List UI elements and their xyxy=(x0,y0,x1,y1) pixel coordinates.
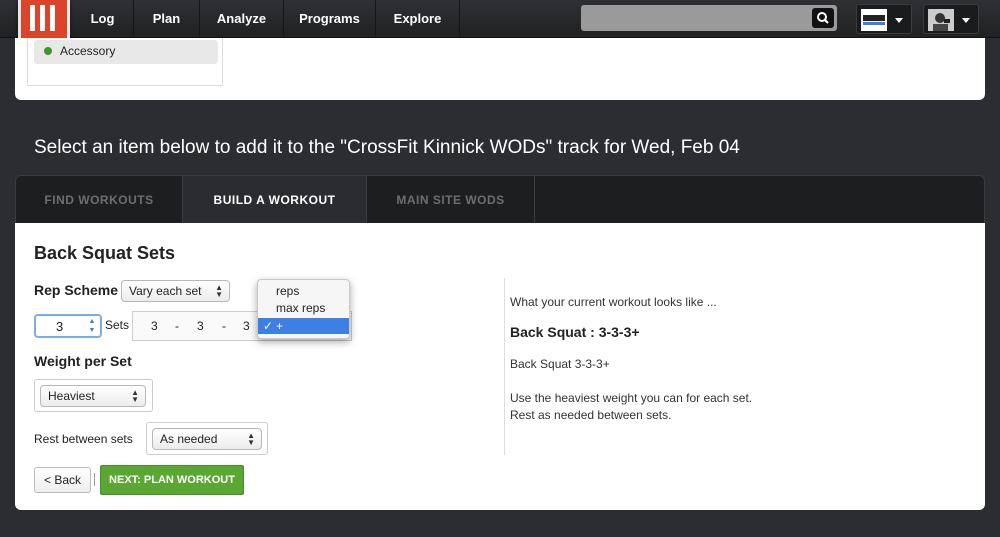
reps-type-dropdown: reps max reps ✓ + xyxy=(257,279,350,339)
nav-log[interactable]: Log xyxy=(72,0,134,38)
nav-explore[interactable]: Explore xyxy=(376,0,460,38)
status-dot-icon xyxy=(44,47,52,55)
search-button[interactable] xyxy=(812,8,834,28)
preview-line: Back Squat 3-3-3+ xyxy=(510,357,610,371)
weight-value: Heaviest xyxy=(48,389,95,403)
checkmark-icon: ✓ xyxy=(263,319,274,333)
rest-select-wrapper: As needed ▲ ▼ xyxy=(146,422,268,455)
page-title: Select an item below to add it to the "C… xyxy=(34,137,740,158)
page-footer-gap xyxy=(15,510,985,537)
sets-label: Sets xyxy=(105,318,130,332)
dropdown-option-plus[interactable]: ✓ + xyxy=(258,318,349,334)
rep-scheme-value: Vary each set xyxy=(129,284,202,298)
track-panel: Accessory xyxy=(15,38,985,100)
rest-value: As needed xyxy=(160,432,218,446)
chevron-down-icon xyxy=(962,18,970,23)
logo-bar-icon xyxy=(30,5,35,31)
select-arrows-icon: ▲ ▼ xyxy=(247,431,255,447)
set-reps-input[interactable]: 3 xyxy=(197,319,204,333)
next-plan-workout-button[interactable]: NEXT: PLAN WORKOUT xyxy=(100,465,244,495)
select-arrows-icon: ▲ ▼ xyxy=(215,283,223,299)
tab-find-workouts[interactable]: FIND WORKOUTS xyxy=(16,176,183,224)
stepper-arrows-icon[interactable]: ▲ ▼ xyxy=(86,317,98,335)
weight-select-wrapper: Heaviest ▲ ▼ xyxy=(34,379,153,412)
rest-label: Rest between sets xyxy=(34,432,133,446)
preview-line: Rest as needed between sets. xyxy=(510,408,672,422)
rest-select[interactable]: As needed ▲ ▼ xyxy=(152,428,262,450)
nav-analyze[interactable]: Analyze xyxy=(200,0,284,38)
nav-programs[interactable]: Programs xyxy=(284,0,376,38)
back-button[interactable]: < Back xyxy=(34,467,91,493)
avatar xyxy=(928,9,954,31)
dropdown-option-reps[interactable]: reps xyxy=(258,283,349,299)
dropdown-option-max-reps[interactable]: max reps xyxy=(258,300,349,316)
set-reps-input[interactable]: 3 xyxy=(243,319,250,333)
tab-main-site-wods[interactable]: MAIN SITE WODS xyxy=(367,176,535,224)
button-divider xyxy=(94,473,95,486)
track-item-label: Accessory xyxy=(60,44,116,58)
track-list: Accessory xyxy=(27,38,223,86)
gym-logo-icon xyxy=(861,9,887,31)
rep-scheme-select[interactable]: Vary each set ▲ ▼ xyxy=(121,280,230,302)
weight-select[interactable]: Heaviest ▲ ▼ xyxy=(40,385,146,407)
top-navigation: Log Plan Analyze Programs Explore xyxy=(0,0,1000,42)
set-separator: - xyxy=(222,319,226,333)
rep-scheme-label: Rep Scheme xyxy=(34,282,119,298)
search-input[interactable] xyxy=(581,5,837,31)
weight-per-set-label: Weight per Set xyxy=(34,353,132,369)
preview-line: Use the heaviest weight you can for each… xyxy=(510,391,753,405)
select-arrows-icon: ▲ ▼ xyxy=(131,388,139,404)
column-divider xyxy=(504,278,505,455)
sets-stepper[interactable]: 3 ▲ ▼ xyxy=(34,314,102,338)
track-item-accessory[interactable]: Accessory xyxy=(34,40,218,64)
preview-intro: What your current workout looks like ... xyxy=(510,295,717,309)
set-separator: - xyxy=(175,319,179,333)
preview-title: Back Squat : 3-3-3+ xyxy=(510,324,640,340)
logo-bar-icon xyxy=(50,5,55,31)
search-icon xyxy=(817,12,829,24)
logo-bar-icon xyxy=(40,5,45,31)
sets-value: 3 xyxy=(56,319,64,334)
user-menu[interactable] xyxy=(923,4,979,34)
dropdown-option-label: + xyxy=(276,319,284,333)
set-reps-input[interactable]: 3 xyxy=(151,319,158,333)
nav-plan[interactable]: Plan xyxy=(134,0,200,38)
tab-build-a-workout[interactable]: BUILD A WORKOUT xyxy=(183,176,367,224)
exercise-title: Back Squat Sets xyxy=(34,243,176,263)
gym-switcher[interactable] xyxy=(856,4,912,34)
app-logo[interactable] xyxy=(18,0,70,42)
tab-bar: FIND WORKOUTS BUILD A WORKOUT MAIN SITE … xyxy=(15,175,985,224)
chevron-down-icon xyxy=(895,18,903,23)
